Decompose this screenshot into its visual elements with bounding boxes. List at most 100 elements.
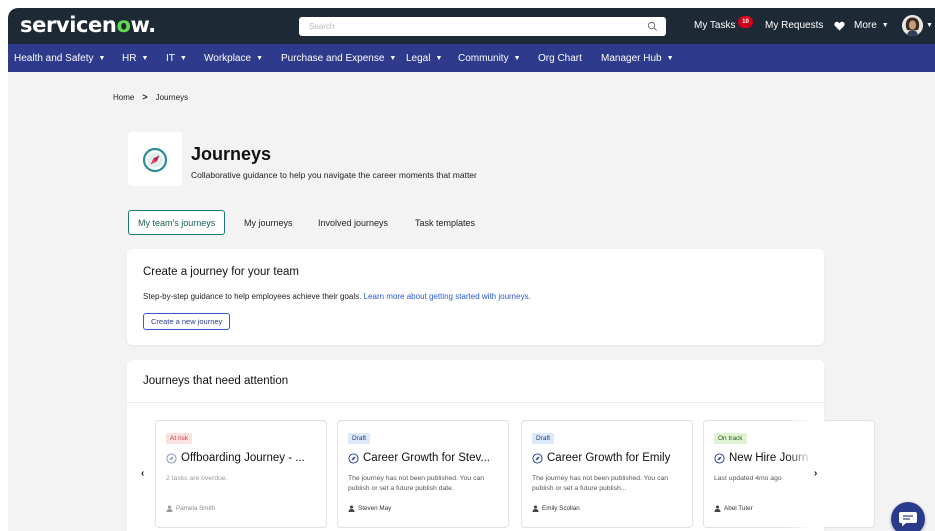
page-icon-box [128, 132, 182, 186]
breadcrumb-current: Journeys [155, 92, 189, 102]
main-nav: Health and Safety ▼ HR ▼ IT ▼ Workplace ▼ Pu… [8, 44, 935, 72]
nav-label: Legal [406, 53, 431, 64]
servicenow-logo[interactable]: servicenow. [20, 13, 156, 37]
nav-item-it[interactable]: IT ▼ [166, 53, 187, 64]
journey-card[interactable]: Draft Career Growth for Stev... The jour… [337, 420, 509, 528]
chevron-down-icon: ▼ [881, 22, 889, 29]
create-new-journey-button[interactable]: Create a new journey [143, 313, 231, 330]
breadcrumb-separator: > [142, 92, 148, 102]
journey-card[interactable]: Draft Career Growth for Emily The journe… [521, 420, 693, 528]
avatar-chevron-icon[interactable]: ▼ [926, 22, 933, 29]
nav-item-manager-hub[interactable]: Manager Hub ▼ [601, 53, 674, 64]
compass-icon [714, 452, 725, 464]
chat-button[interactable] [891, 502, 925, 531]
more-label: More [854, 20, 877, 31]
nav-label: Community [458, 53, 509, 64]
my-tasks-link[interactable]: My Tasks [694, 20, 736, 31]
logo-text: servicen [20, 13, 117, 37]
more-menu[interactable]: More ▼ [854, 20, 889, 31]
carousel-prev-button[interactable]: ‹ [141, 468, 144, 479]
nav-label: Workplace [204, 53, 252, 64]
journey-title-text: Career Growth for Stev... [363, 452, 490, 464]
person-name: Pamela Smith [176, 505, 216, 512]
nav-label: HR [122, 53, 137, 64]
carousel-fade [787, 420, 824, 530]
learn-more-link[interactable]: Learn more about getting started with jo… [364, 292, 531, 301]
breadcrumb-home[interactable]: Home [113, 93, 134, 102]
carousel-next-button[interactable]: › [814, 468, 817, 479]
journey-card-title: Career Growth for Stev... [348, 452, 490, 464]
tab-my-journeys[interactable]: My journeys [235, 210, 302, 235]
journey-card-person: Abel Tuter [714, 505, 753, 512]
logo-text-end: w. [130, 13, 156, 37]
nav-item-health-and-safety[interactable]: Health and Safety ▼ [14, 53, 105, 64]
create-journey-title: Create a journey for your team [143, 266, 299, 278]
status-badge: Draft [348, 433, 371, 444]
journey-card-person: Emily Scollan [532, 505, 580, 512]
chevron-down-icon: ▼ [256, 55, 263, 62]
nav-label: Org Chart [538, 53, 582, 64]
nav-label: Purchase and Expense [281, 53, 385, 64]
status-badge: Draft [532, 433, 555, 444]
person-name: Emily Scollan [542, 505, 580, 512]
tab-task-templates[interactable]: Task templates [406, 210, 484, 235]
chevron-down-icon: ▼ [98, 55, 106, 62]
person-icon [348, 505, 355, 512]
create-journey-description: Step-by-step guidance to help employees … [143, 292, 531, 301]
chat-icon [899, 512, 917, 527]
user-photo [902, 15, 923, 36]
compass-icon [348, 452, 359, 464]
person-icon [714, 505, 721, 512]
nav-label: Manager Hub [601, 53, 662, 64]
attention-panel: Journeys that need attention ‹ At risk O… [127, 360, 875, 531]
chevron-down-icon: ▼ [513, 55, 521, 62]
journey-card-title: Career Growth for Emily [532, 452, 670, 464]
page-title: Journeys [191, 144, 272, 164]
compass-icon [142, 147, 168, 173]
attention-panel-title: Journeys that need attention [143, 375, 289, 387]
chevron-down-icon: ▼ [141, 55, 149, 62]
tab-involved-journeys[interactable]: Involved journeys [309, 210, 397, 235]
journey-card-description: The journey has not been published. You … [348, 475, 485, 492]
avatar[interactable] [902, 15, 923, 36]
logo-o: o [116, 13, 131, 37]
chevron-down-icon: ▼ [389, 55, 397, 62]
compass-icon [166, 452, 177, 464]
create-journey-text: Step-by-step guidance to help employees … [143, 292, 362, 301]
journey-card-description: The journey has not been published. You … [532, 475, 669, 492]
nav-item-org-chart[interactable]: Org Chart [538, 53, 582, 64]
nav-label: Health and Safety [14, 53, 94, 64]
app-window: servicenow. My Tasks 10 My Requests More… [8, 8, 935, 531]
status-badge: At risk [166, 433, 193, 444]
create-journey-panel: Create a journey for your team Step-by-s… [127, 249, 824, 345]
nav-item-community[interactable]: Community ▼ [458, 53, 521, 64]
page-subtitle: Collaborative guidance to help you navig… [191, 170, 477, 180]
journey-card-person: Pamela Smith [166, 505, 215, 512]
nav-item-purchase-and-expense[interactable]: Purchase and Expense ▼ [281, 53, 396, 64]
chevron-down-icon: ▼ [666, 55, 674, 62]
heart-icon[interactable] [834, 21, 845, 31]
status-badge: On track [714, 433, 747, 444]
journey-card-title: Offboarding Journey - ... [166, 452, 305, 464]
divider [127, 402, 824, 403]
journey-card[interactable]: At risk Offboarding Journey - ... 2 task… [155, 420, 327, 528]
compass-icon [532, 452, 543, 464]
my-requests-link[interactable]: My Requests [765, 20, 823, 31]
person-icon [166, 505, 173, 512]
person-icon [532, 505, 539, 512]
journey-title-text: Offboarding Journey - ... [181, 452, 305, 464]
tab-my-teams-journeys[interactable]: My team's journeys [128, 210, 226, 235]
chevron-down-icon: ▼ [179, 55, 187, 62]
nav-item-legal[interactable]: Legal ▼ [406, 53, 442, 64]
journey-card-person: Steven May [348, 505, 391, 512]
my-tasks-count-badge: 10 [738, 16, 753, 28]
search-input[interactable] [309, 22, 629, 31]
nav-item-workplace[interactable]: Workplace ▼ [204, 53, 263, 64]
person-name: Abel Tuter [724, 505, 753, 512]
nav-item-hr[interactable]: HR ▼ [122, 53, 148, 64]
person-name: Steven May [358, 505, 392, 512]
journey-title-text: Career Growth for Emily [547, 452, 671, 464]
breadcrumb: Home > Journeys [113, 92, 188, 102]
magnifier-icon[interactable] [647, 21, 658, 32]
journey-card-description: 2 tasks are overdue. [166, 475, 228, 482]
